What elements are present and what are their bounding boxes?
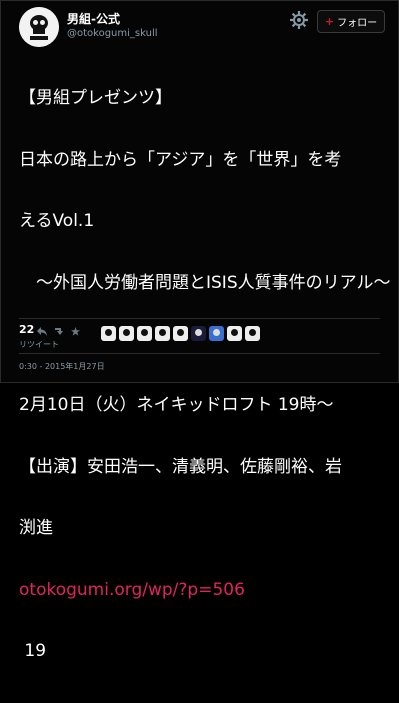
retweeter-avatar[interactable] xyxy=(137,326,152,341)
skull-logo-icon xyxy=(19,7,59,47)
tweet-line: 日本の路上から「アジア」を「世界」を考 xyxy=(19,149,342,170)
screen-name[interactable]: @otokogumi_skull xyxy=(67,28,158,39)
retweet-label: リツイート xyxy=(19,340,59,349)
retweeter-avatars xyxy=(101,326,260,341)
display-name[interactable]: 男組-公式 xyxy=(67,10,120,27)
tweet-line: 2月10日（火）ネイキッドロフト 19時～ xyxy=(19,395,334,415)
tweet-line: ～外国人労働者問題とISIS人質事件のリアル～ xyxy=(19,272,391,293)
tweet-link[interactable]: otokogumi.org/wp/?p=506 xyxy=(19,580,394,601)
tweet-line: 【男組プレゼンツ】 xyxy=(19,88,172,108)
favorite-icon[interactable] xyxy=(71,327,80,336)
tweet-card: 男組-公式 @otokogumi_skull + フォロー 【男組プレゼンツ】 … xyxy=(0,0,399,661)
retweeter-avatar[interactable] xyxy=(209,326,224,341)
divider xyxy=(19,353,380,354)
retweeter-avatar[interactable] xyxy=(155,326,170,341)
retweeter-avatar[interactable] xyxy=(101,326,116,341)
user-avatar[interactable] xyxy=(19,7,59,47)
reply-icon[interactable] xyxy=(37,327,47,336)
divider xyxy=(19,318,380,319)
retweeter-avatar[interactable] xyxy=(191,326,206,341)
tweet-header: 男組-公式 @otokogumi_skull + フォロー xyxy=(1,1,398,49)
follow-plus-icon: + xyxy=(324,15,335,28)
retweeter-avatar[interactable] xyxy=(119,326,134,341)
retweeter-avatar[interactable] xyxy=(173,326,188,341)
tweet-line: えるVol.1 xyxy=(19,211,95,231)
tweet-line-trailing: 19 xyxy=(19,641,47,661)
tweet-line: 渕進 xyxy=(19,518,53,538)
follow-button[interactable]: + フォロー xyxy=(317,10,385,33)
retweet-count[interactable]: 22 xyxy=(19,323,34,336)
retweeter-avatar[interactable] xyxy=(227,326,242,341)
retweeter-avatar[interactable] xyxy=(245,326,260,341)
tweet-text: 【男組プレゼンツ】 日本の路上から「アジア」を「世界」を考 えるVol.1 ～外… xyxy=(19,47,394,703)
retweet-icon[interactable] xyxy=(53,327,65,336)
settings-gear-icon[interactable] xyxy=(288,9,310,31)
tweet-line: 【出演】安田浩一、清義明、佐藤剛裕、岩 xyxy=(19,456,342,477)
tweet-timestamp[interactable]: 0:30 - 2015年1月27日 xyxy=(19,361,105,372)
follow-label: フォロー xyxy=(337,18,378,29)
